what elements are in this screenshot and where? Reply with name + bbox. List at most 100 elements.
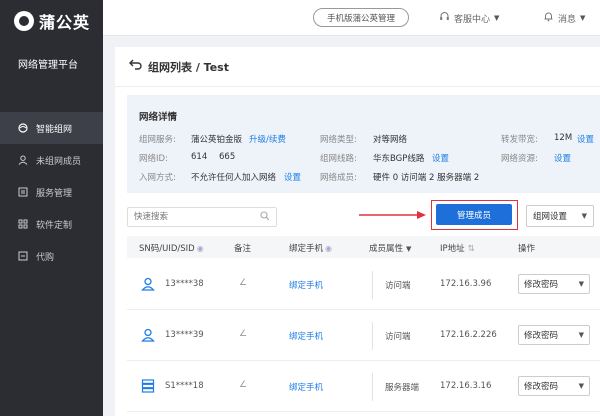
messages-label: 消息 <box>558 14 577 25</box>
bell-icon <box>543 11 554 25</box>
bind-phone-link[interactable]: 绑定手机 <box>289 330 323 342</box>
top-header: 手机版蒲公英管理 客服中心 ▼ 消息 ▼ <box>103 0 600 36</box>
upgrade-link[interactable]: 升级/续费 <box>249 133 286 145</box>
join-method-value: 不允许任何人加入网络 <box>191 173 277 183</box>
brand-name: 蒲公英 <box>39 13 91 32</box>
mobile-management-button[interactable]: 手机版蒲公英管理 <box>313 8 409 27</box>
back-arrow-icon[interactable] <box>129 59 142 74</box>
sidebar-item-service-management[interactable]: 服务管理 <box>0 176 103 208</box>
resource-settings-link[interactable]: 设置 <box>554 152 571 164</box>
column-header-sn: SN码/UID/SID ◉ <box>139 242 204 254</box>
sidebar: 蒲公英 网络管理平台 智能组网 未组网成员 服务管理 软件定制 代购 <box>0 0 103 416</box>
manage-members-highlight: 管理成员 <box>431 200 518 230</box>
column-header-attr: 成员属性 ▼ <box>369 242 411 254</box>
column-divider <box>372 373 373 401</box>
member-attribute: 访问端 <box>385 332 411 342</box>
filter-caret-icon[interactable]: ▼ <box>406 245 411 253</box>
search-box <box>127 207 277 227</box>
column-header-phone-label: 绑定手机 <box>289 244 324 254</box>
sidebar-item-label: 未组网成员 <box>36 156 82 167</box>
column-header-ip-label: IP地址 <box>440 244 465 254</box>
eye-icon[interactable]: ◉ <box>197 244 204 253</box>
change-password-dropdown[interactable]: 修改密码 ▼ <box>518 325 590 345</box>
edit-remark-icon[interactable]: ∠ <box>239 329 247 339</box>
column-divider <box>372 271 373 299</box>
chevron-down-icon: ▼ <box>494 14 500 22</box>
bandwidth-value: 12M <box>554 133 573 143</box>
page-title: 组网列表 / Test <box>148 60 229 74</box>
brand[interactable]: 蒲公英 <box>0 0 103 42</box>
join-method-label: 入网方式: <box>139 173 176 183</box>
details-title: 网络详情 <box>139 112 178 123</box>
sidebar-item-smart-network[interactable]: 智能组网 <box>0 112 103 144</box>
dandelion-logo-icon <box>14 11 34 31</box>
change-password-label: 修改密码 <box>524 331 559 341</box>
bind-phone-link[interactable]: 绑定手机 <box>289 381 323 393</box>
bandwidth-settings-link[interactable]: 设置 <box>577 133 594 145</box>
ip-address: 172.16.2.226 <box>440 330 497 340</box>
sidebar-item-label: 服务管理 <box>36 188 73 199</box>
service-label: 组网服务: <box>139 135 176 145</box>
column-divider <box>372 322 373 350</box>
messages-menu[interactable]: 消息 ▼ <box>543 11 585 25</box>
user-icon <box>141 328 155 342</box>
breadcrumb: 组网列表 / Test <box>115 47 600 87</box>
network-resource-label: 网络资源: <box>501 154 538 164</box>
edit-remark-icon[interactable]: ∠ <box>239 380 247 390</box>
change-password-label: 修改密码 <box>524 382 559 392</box>
sidebar-item-software-custom[interactable]: 软件定制 <box>0 208 103 240</box>
grid-icon <box>18 219 28 229</box>
member-id: S1****18 <box>165 381 204 391</box>
member-id: 13****39 <box>165 330 204 340</box>
edit-remark-icon[interactable]: ∠ <box>239 278 247 288</box>
sidebar-item-unjoined-members[interactable]: 未组网成员 <box>0 144 103 176</box>
platform-title: 网络管理平台 <box>18 60 78 71</box>
line-settings-link[interactable]: 设置 <box>432 152 449 164</box>
network-members-label: 网络成员: <box>320 173 357 183</box>
sidebar-item-label: 智能组网 <box>36 124 73 135</box>
search-input[interactable] <box>128 208 248 226</box>
server-icon <box>141 379 155 393</box>
search-icon[interactable] <box>260 211 270 224</box>
sidebar-item-purchase[interactable]: 代购 <box>0 240 103 272</box>
support-label: 客服中心 <box>454 14 491 25</box>
network-line-value: 华东BGP线路 <box>373 154 425 164</box>
ip-address: 172.16.3.16 <box>440 381 492 391</box>
join-settings-link[interactable]: 设置 <box>284 171 301 183</box>
table-header: SN码/UID/SID ◉ 备注 绑定手机 ◉ 成员属性 ▼ IP地址 ⇅ 操作 <box>127 236 600 258</box>
support-center-menu[interactable]: 客服中心 ▼ <box>439 11 499 25</box>
network-details: 网络详情 组网服务: 蒲公英铂金版 升级/续费 网络ID: 614 665 入网… <box>127 95 600 193</box>
network-line-label: 组网线路: <box>320 154 357 164</box>
user-icon <box>18 155 28 165</box>
service-value: 蒲公英铂金版 <box>191 135 243 145</box>
caret-down-icon: ▼ <box>581 212 587 220</box>
column-header-ip: IP地址 ⇅ <box>440 242 475 254</box>
sidebar-item-label: 代购 <box>36 252 55 263</box>
column-header-attr-label: 成员属性 <box>369 244 404 254</box>
sort-icon[interactable]: ⇅ <box>468 244 475 254</box>
member-attribute: 服务器端 <box>385 383 420 393</box>
group-settings-label: 组网设置 <box>533 212 568 222</box>
member-attribute: 访问端 <box>385 281 411 291</box>
change-password-dropdown[interactable]: 修改密码 ▼ <box>518 274 590 294</box>
chevron-down-icon: ▼ <box>580 14 586 22</box>
service-icon <box>18 187 28 197</box>
network-icon <box>18 123 28 133</box>
network-members-value: 硬件 0 访问端 2 服务器端 2 <box>373 173 480 183</box>
network-id-value-prefix: 614 <box>191 152 208 162</box>
caret-down-icon: ▼ <box>578 331 584 339</box>
cart-icon <box>18 251 28 261</box>
ip-address: 172.16.3.96 <box>440 279 492 289</box>
network-type-value: 对等网络 <box>373 135 408 145</box>
table-row: 13****38 ∠ 绑定手机 访问端 172.16.3.96 修改密码 ▼ <box>127 260 600 310</box>
network-type-label: 网络类型: <box>320 135 357 145</box>
table-row: 13****39 ∠ 绑定手机 访问端 172.16.2.226 修改密码 ▼ <box>127 311 600 361</box>
group-settings-dropdown[interactable]: 组网设置 ▼ <box>526 205 594 227</box>
change-password-dropdown[interactable]: 修改密码 ▼ <box>518 376 590 396</box>
bind-phone-link[interactable]: 绑定手机 <box>289 279 323 291</box>
network-id-label: 网络ID: <box>139 154 168 164</box>
member-id: 13****38 <box>165 279 204 289</box>
manage-members-button[interactable]: 管理成员 <box>436 204 512 225</box>
eye-icon[interactable]: ◉ <box>325 244 332 253</box>
sidebar-item-label: 软件定制 <box>36 220 73 231</box>
